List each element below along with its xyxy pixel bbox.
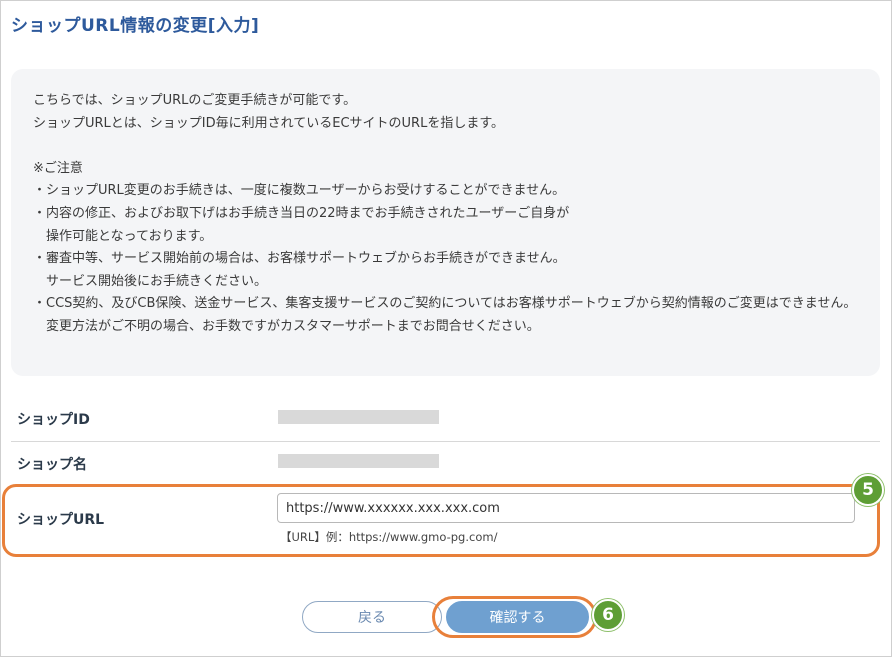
page-title: ショップURL情報の変更[入力]: [11, 16, 260, 36]
caution-item: 変更方法がご不明の場合、お手数ですがカスタマーサポートまでお問合せください。: [46, 318, 540, 334]
row-divider: [11, 441, 880, 442]
step-6-badge: 6: [592, 599, 624, 631]
caution-item: 操作可能となっております。: [46, 228, 213, 244]
shop-id-value-masked: [278, 410, 439, 424]
notice-spacer: [33, 135, 858, 158]
caution-item: ・内容の修正、およびお取下げはお手続き当日の22時までお手続きされたユーザーご自…: [33, 205, 570, 221]
shop-url-hint: 【URL】例：https://www.gmo-pg.com/: [280, 530, 498, 544]
caution-item: ・ショップURL変更のお手続きは、一度に複数ユーザーからお受けすることができませ…: [33, 183, 566, 199]
shop-name-value-masked: [278, 454, 439, 468]
confirm-button[interactable]: 確認する: [446, 601, 589, 633]
step-5-badge: 5: [852, 474, 884, 506]
shop-url-input[interactable]: [277, 493, 855, 523]
notice-box: こちらでは、ショップURLのご変更手続きが可能です。 ショップURLとは、ショッ…: [11, 69, 880, 376]
caution-item: サービス開始後にお手続きください。: [46, 273, 268, 289]
caution-item: ・審査中等、サービス開始前の場合は、お客様サポートウェブからお手続きができません…: [33, 251, 566, 267]
shop-name-label: ショップ名: [17, 457, 87, 473]
caution-item: ・CCS契約、及びCB保険、送金サービス、集客支援サービスのご契約についてはお客…: [33, 296, 857, 312]
notice-line: ショップURLとは、ショップID毎に利用されているECサイトのURLを指します。: [33, 115, 505, 131]
shop-url-label: ショップURL: [17, 512, 105, 528]
notice-line: こちらでは、ショップURLのご変更手続きが可能です。: [33, 93, 357, 108]
back-button[interactable]: 戻る: [302, 601, 442, 633]
shop-id-label: ショップID: [17, 412, 90, 428]
caution-heading: ※ご注意: [33, 160, 83, 176]
